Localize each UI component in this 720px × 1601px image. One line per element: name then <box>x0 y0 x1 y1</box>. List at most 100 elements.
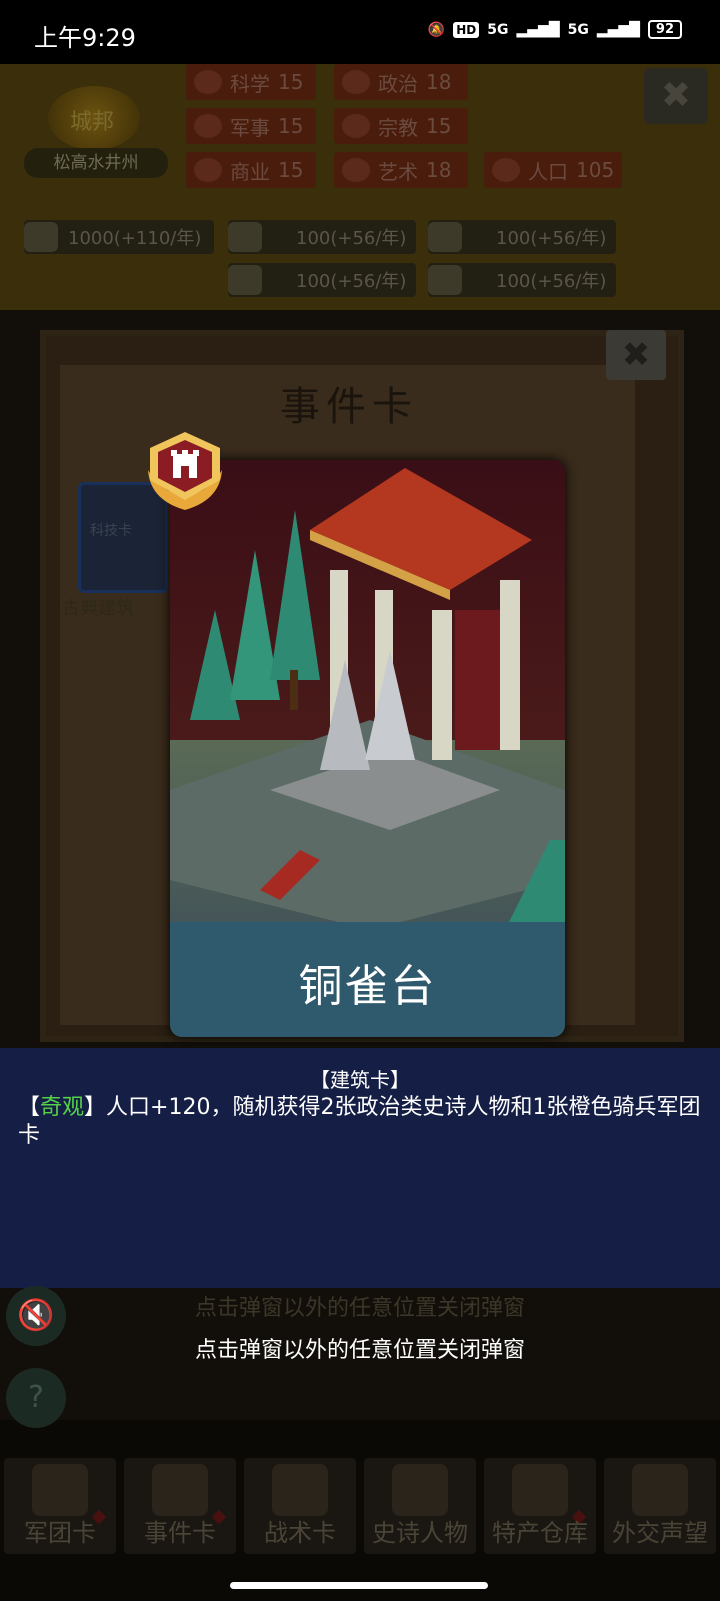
network-label-1: 5G <box>487 21 509 38</box>
stat-value: 15 <box>278 70 304 94</box>
stat-label: 人口 <box>528 159 568 184</box>
resource-value: 100(+56/年) <box>296 228 407 249</box>
help-button[interactable]: ? <box>6 1368 66 1428</box>
stat-science: 科学 15 <box>186 64 316 100</box>
tactics-icon <box>272 1464 328 1516</box>
event-panel-close-button[interactable]: ✖ <box>606 330 666 380</box>
stat-label: 政治 <box>378 71 418 96</box>
status-time: 上午9:29 <box>34 24 136 52</box>
resource-iron: 100(+56/年) <box>428 220 616 254</box>
column <box>500 580 520 750</box>
home-indicator[interactable] <box>230 1582 488 1589</box>
nav-label: 事件卡 <box>144 1519 216 1547</box>
cross-icon <box>342 114 370 138</box>
nav-tactics-cards[interactable]: 战术卡 <box>244 1458 356 1554</box>
stat-art: 艺术 18 <box>334 152 468 188</box>
close-hint: 点击弹窗以外的任意位置关闭弹窗 <box>194 1338 525 1363</box>
tech-card-label: 科技卡 <box>90 523 132 539</box>
nav-label: 战术卡 <box>264 1519 336 1547</box>
nav-label: 军团卡 <box>24 1519 96 1547</box>
wood-icon <box>228 222 262 252</box>
stat-value: 105 <box>576 158 615 182</box>
event-panel-title: 事件卡 <box>280 384 418 430</box>
effect-text: 人口+120，随机获得2张政治类史诗人物和1张橙色骑兵军团卡 <box>18 1095 701 1148</box>
stat-population: 人口 105 <box>484 152 622 188</box>
mute-icon: 🔇 <box>17 1298 55 1333</box>
resource-stone: 100(+56/年) <box>228 263 416 297</box>
tag-bracket-close: 】 <box>84 1095 107 1120</box>
nav-specialty-warehouse[interactable]: 特产仓库 <box>484 1458 596 1554</box>
emblem-text: 城邦 <box>70 110 115 135</box>
stat-value: 15 <box>278 158 304 182</box>
card-effect-text: 【奇观】人口+120，随机获得2张政治类史诗人物和1张橙色骑兵军团卡 <box>18 1094 708 1150</box>
scales-icon <box>194 158 222 182</box>
person-icon <box>492 158 520 182</box>
gold-coins-icon <box>24 222 58 252</box>
stat-label: 军事 <box>230 115 270 140</box>
helmet-icon <box>32 1464 88 1516</box>
battery-icon: 92 <box>647 20 682 39</box>
resource-gold: 1000(+110/年) <box>24 220 214 254</box>
bronze-sparrow-terrace-illustration <box>170 468 565 960</box>
card-title: 铜雀台 <box>298 961 437 1012</box>
status-bar: 上午9:29 🔕 HD 5G ▂▄▆█ 5G ▂▄▆█ 92 <box>0 0 720 64</box>
help-icon: ? <box>28 1380 44 1415</box>
tree-trunk <box>290 670 298 710</box>
bg-card-name: 古典建筑 <box>62 598 134 619</box>
signal-icon-2: ▂▄▆█ <box>596 21 640 38</box>
crown-icon <box>392 1464 448 1516</box>
meat-icon <box>428 265 462 295</box>
city-name: 松高水井州 <box>24 148 168 178</box>
stat-value: 15 <box>278 114 304 138</box>
lotus-icon <box>342 158 370 182</box>
statue <box>365 650 415 760</box>
nav-legion-cards[interactable]: 军团卡 <box>4 1458 116 1554</box>
bottom-nav: 军团卡 事件卡 战术卡 史诗人物 特产仓库 外交声望 <box>0 1458 720 1554</box>
stat-value: 15 <box>426 114 452 138</box>
nav-label: 史诗人物 <box>372 1519 468 1547</box>
header-close-button[interactable]: ✖ <box>644 68 708 124</box>
castle-tower-badge-icon <box>148 432 222 510</box>
status-icons: 🔕 HD 5G ▂▄▆█ 5G ▂▄▆█ 92 <box>428 20 682 39</box>
signal-icon-1: ▂▄▆█ <box>516 21 560 38</box>
mute-bell-icon: 🔕 <box>427 21 446 38</box>
nav-epic-characters[interactable]: 史诗人物 <box>364 1458 476 1554</box>
nav-event-cards[interactable]: 事件卡 <box>124 1458 236 1554</box>
close-hint-background: 点击弹窗以外的任意位置关闭弹窗 <box>194 1296 525 1321</box>
temple-wall <box>455 610 500 750</box>
iron-icon <box>428 222 462 252</box>
stone-icon <box>228 265 262 295</box>
resource-wood: 100(+56/年) <box>228 220 416 254</box>
network-label-2: 5G <box>567 21 589 38</box>
stat-religion: 宗教 15 <box>334 108 468 144</box>
stat-value: 18 <box>426 70 452 94</box>
stat-label: 商业 <box>230 159 270 184</box>
nav-label: 外交声望 <box>612 1519 708 1547</box>
scroll-icon <box>152 1464 208 1516</box>
statue <box>320 660 370 770</box>
stat-value: 18 <box>426 158 452 182</box>
hd-icon: HD <box>453 21 480 38</box>
column <box>432 610 452 760</box>
tag-bracket-open: 【 <box>18 1095 41 1120</box>
building-card: 铜雀台 <box>170 460 565 1037</box>
stat-label: 科学 <box>230 71 270 96</box>
resource-value: 1000(+110/年) <box>68 228 202 249</box>
mute-button[interactable]: 🔇 <box>6 1286 66 1346</box>
wonder-tag: 奇观 <box>40 1095 85 1120</box>
card-type-label: 【建筑卡】 <box>310 1068 410 1092</box>
envelope-icon <box>632 1464 688 1516</box>
resource-value: 100(+56/年) <box>496 271 607 292</box>
resource-value: 100(+56/年) <box>496 228 607 249</box>
stat-politics: 政治 18 <box>334 64 468 100</box>
chest-icon <box>512 1464 568 1516</box>
stat-label: 宗教 <box>378 115 418 140</box>
nav-label: 特产仓库 <box>492 1519 588 1547</box>
stat-commerce: 商业 15 <box>186 152 316 188</box>
stat-military: 军事 15 <box>186 108 316 144</box>
tree-shape <box>190 610 240 720</box>
nav-diplomatic-reputation[interactable]: 外交声望 <box>604 1458 716 1554</box>
crossed-swords-icon <box>194 114 222 138</box>
planet-icon <box>194 70 222 94</box>
bank-icon <box>342 70 370 94</box>
